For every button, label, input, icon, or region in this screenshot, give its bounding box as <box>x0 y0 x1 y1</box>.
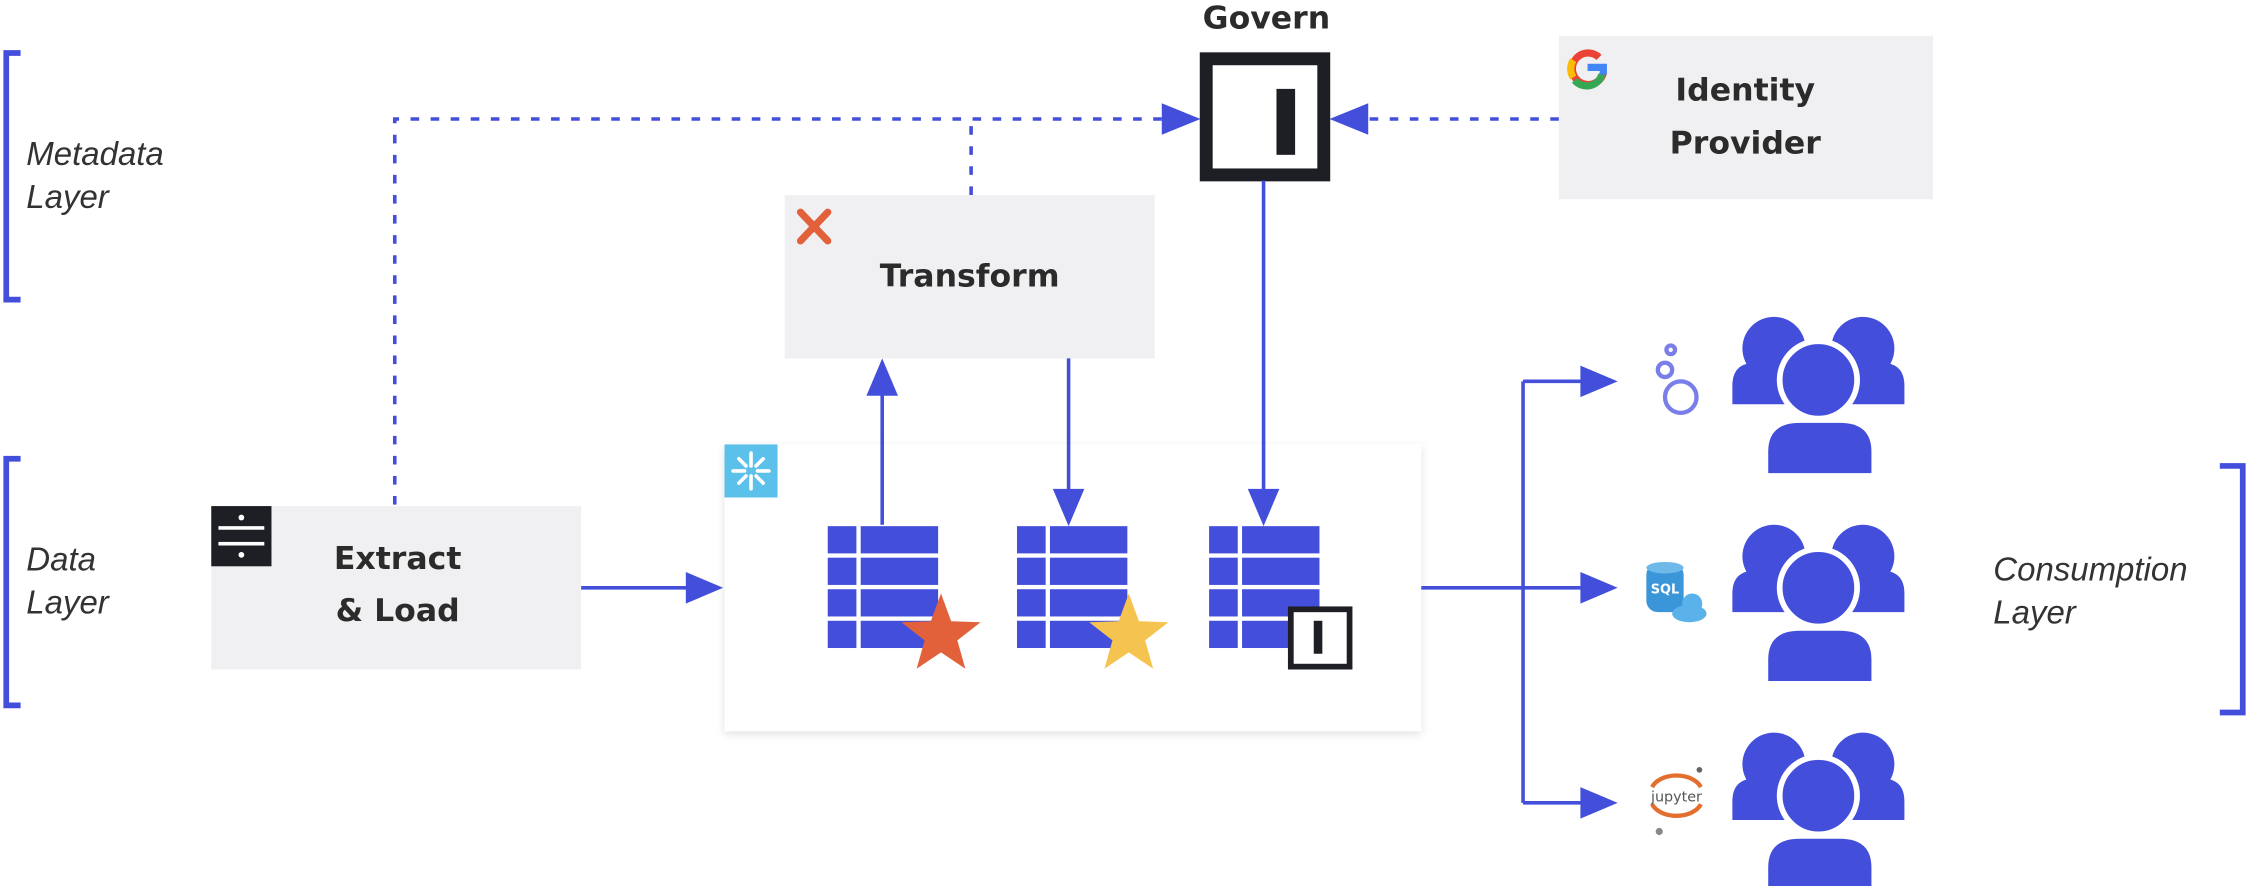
jupyter-icon: jupyter <box>1650 767 1703 836</box>
user-group-icon <box>1732 732 1905 886</box>
fivetran-icon <box>211 506 272 567</box>
identity-label-1: Identity <box>1675 72 1815 108</box>
consumption-layer-bracket <box>2219 463 2246 716</box>
govern-label: Govern <box>1203 1 1330 37</box>
extract-label-1: Extract <box>334 541 462 577</box>
govern-logo-icon <box>1276 88 1296 155</box>
metadata-layer-bracket <box>3 50 21 303</box>
jupyter-icon-text: jupyter <box>1650 789 1702 805</box>
data-layer-bracket <box>3 455 21 709</box>
consumption-layer-label-1: Consumption <box>1993 551 2187 588</box>
metadata-layer-label-1: Metadata <box>26 135 163 172</box>
architecture-diagram: Metadata Layer Data Layer Consumption La… <box>3 1 2246 886</box>
consumption-layer-label-2: Layer <box>1993 594 2077 631</box>
looker-icon <box>1655 343 1699 416</box>
user-group-icon <box>1732 524 1905 681</box>
identity-provider-node[interactable]: Identity Provider <box>1558 35 1934 200</box>
data-layer-label-2: Layer <box>26 584 110 621</box>
user-group-icon <box>1732 316 1905 474</box>
govern-node[interactable] <box>1199 52 1331 182</box>
arrowhead <box>1161 103 1201 135</box>
extract-load-node[interactable]: Extract & Load <box>211 506 582 670</box>
snowflake-warehouse-node[interactable] <box>724 444 1422 732</box>
arrowhead <box>1329 103 1369 135</box>
transform-node[interactable]: Transform <box>784 194 1155 359</box>
extract-label-2: & Load <box>336 593 460 629</box>
sql-icon-text: SQL <box>1651 583 1679 598</box>
sql-cloud-icon: SQL <box>1646 561 1707 623</box>
transform-label: Transform <box>880 259 1060 295</box>
metadata-layer-label-2: Layer <box>26 178 110 215</box>
govern-badge-icon <box>1287 606 1353 670</box>
identity-label-2: Provider <box>1670 125 1822 161</box>
snowflake-icon <box>724 444 778 498</box>
data-layer-label-1: Data <box>26 541 96 578</box>
